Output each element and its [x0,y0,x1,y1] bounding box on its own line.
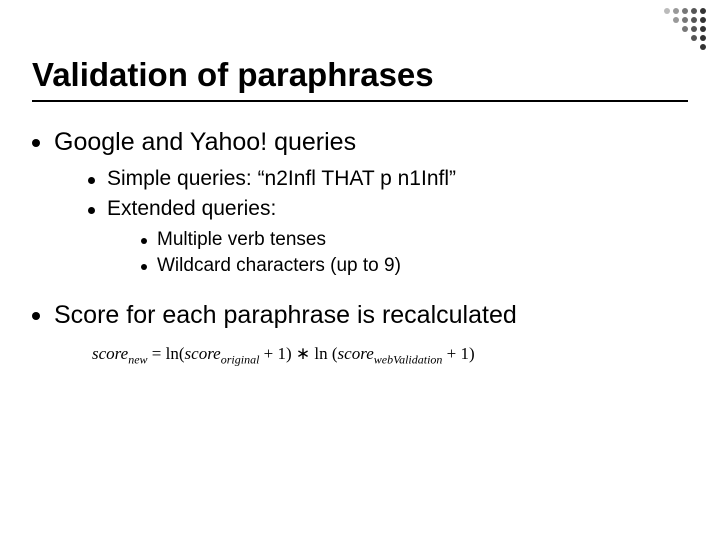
slide-title: Validation of paraphrases [32,56,688,94]
formula-sub: webValidation [374,352,443,366]
corner-decoration [664,8,706,50]
formula-sub: original [221,352,260,366]
bullet-text: Score for each paraphrase is recalculate… [54,301,517,330]
bullet-text: Simple queries: “n2Infl THAT p n1Infl” [107,167,456,191]
bullet-icon [141,238,147,244]
bullet-text: Extended queries: [107,197,276,220]
title-rule [32,100,688,102]
bullet-icon [32,312,40,320]
formula-var: score [92,344,128,363]
formula-sub: new [128,352,147,366]
formula-var: score [338,344,374,363]
bullet-text: Multiple verb tenses [157,229,326,251]
list-item: Google and Yahoo! queries Simple queries… [32,128,688,291]
bullet-icon [88,207,95,214]
score-formula: scorenew = ln(scoreoriginal + 1) ∗ ln (s… [92,344,688,367]
list-item: Extended queries: Multiple verb tenses W… [88,197,456,285]
formula-text: + 1) ∗ ln ( [259,344,337,363]
slide-body: Validation of paraphrases Google and Yah… [0,0,720,367]
bullet-text: Wildcard characters (up to 9) [157,255,401,277]
bullet-icon [32,139,40,147]
bullet-text: Google and Yahoo! queries [54,128,356,156]
bullet-list: Google and Yahoo! queries Simple queries… [32,128,688,330]
formula-text: + 1) [442,344,474,363]
list-item: Simple queries: “n2Infl THAT p n1Infl” [88,167,456,191]
list-item: Multiple verb tenses [141,229,401,251]
bullet-icon [141,264,147,270]
list-item: Wildcard characters (up to 9) [141,255,401,277]
formula-var: score [185,344,221,363]
bullet-icon [88,177,95,184]
list-item: Score for each paraphrase is recalculate… [32,301,688,330]
formula-text: = ln( [148,344,185,363]
